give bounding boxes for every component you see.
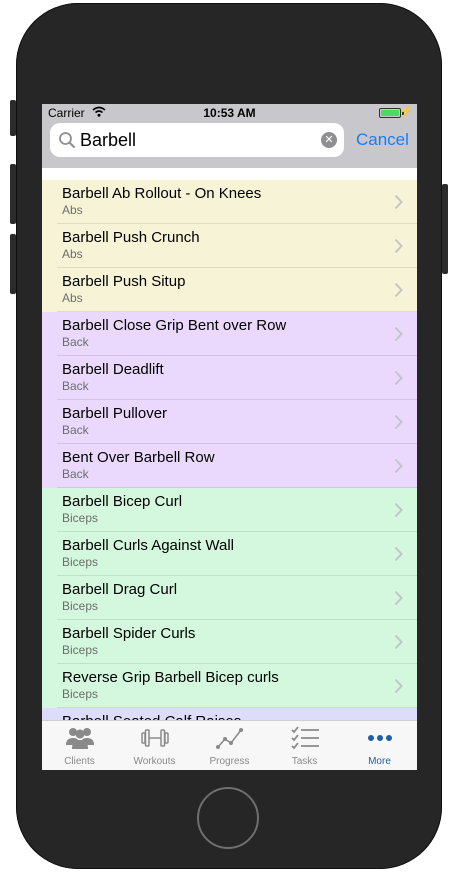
- progress-chart-icon: [215, 728, 243, 749]
- exercise-category: Back: [62, 423, 89, 437]
- tasks-icon: [290, 726, 319, 750]
- tab-label: Tasks: [291, 756, 318, 767]
- tab-bar: Clients Workouts Progress Tasks More: [42, 720, 417, 770]
- list-item[interactable]: Barbell Close Grip Bent over Row Back: [42, 312, 417, 356]
- battery-icon: [379, 108, 401, 118]
- more-icon: [367, 735, 392, 741]
- exercise-title: Barbell Spider Curls: [62, 625, 196, 642]
- list-item[interactable]: Barbell Push Situp Abs: [42, 268, 417, 312]
- exercise-title: Barbell Drag Curl: [62, 581, 178, 598]
- exercise-title: Barbell Bicep Curl: [62, 493, 183, 510]
- list-item[interactable]: Barbell Ab Rollout - On Knees Abs: [42, 180, 417, 224]
- clear-search-icon[interactable]: ✕: [321, 132, 337, 148]
- search-input[interactable]: [80, 123, 315, 157]
- exercise-category: Biceps: [62, 511, 99, 525]
- exercise-category: Back: [62, 335, 89, 349]
- exercise-category: Back: [62, 379, 89, 393]
- list-item[interactable]: Reverse Grip Barbell Bicep curls Biceps: [42, 664, 417, 708]
- exercise-category: Biceps: [62, 599, 99, 613]
- exercise-title: Barbell Ab Rollout - On Knees: [62, 185, 262, 202]
- tab-workouts[interactable]: Workouts: [117, 721, 192, 770]
- exercise-title: Barbell Deadlift: [62, 361, 164, 378]
- chevron-right-icon: [394, 502, 403, 518]
- chevron-right-icon: [394, 370, 403, 386]
- power-button: [442, 184, 448, 274]
- tab-label: Progress: [209, 756, 250, 767]
- search-results-list: Barbell Ab Rollout - On Knees Abs Barbell …: [42, 180, 417, 720]
- tab-label: Workouts: [133, 756, 176, 767]
- chevron-right-icon: [394, 634, 403, 650]
- tab-more[interactable]: More: [342, 721, 417, 770]
- exercise-title: Barbell Seated Calf Raises: [62, 713, 241, 720]
- tab-tasks[interactable]: Tasks: [267, 721, 342, 770]
- tab-label: More: [368, 756, 391, 767]
- exercise-title: Barbell Push Situp: [62, 273, 186, 290]
- search-bar: ✕ Cancel: [42, 122, 417, 168]
- volume-down-button: [10, 234, 16, 294]
- list-item[interactable]: Barbell Pullover Back: [42, 400, 417, 444]
- tab-clients[interactable]: Clients: [42, 721, 117, 770]
- exercise-category: Abs: [62, 291, 83, 305]
- chevron-right-icon: [394, 414, 403, 430]
- status-time: 10:53 AM: [203, 106, 256, 120]
- exercise-category: Abs: [62, 203, 83, 217]
- app-screen: Carrier 10:53 AM ⚡ ✕ Cancel Barbell Ab R…: [42, 104, 417, 770]
- exercise-category: Abs: [62, 247, 83, 261]
- chevron-right-icon: [394, 678, 403, 694]
- list-item[interactable]: Barbell Curls Against Wall Biceps: [42, 532, 417, 576]
- exercise-category: Back: [62, 467, 89, 481]
- exercise-title: Barbell Pullover: [62, 405, 168, 422]
- exercise-title: Reverse Grip Barbell Bicep curls: [62, 669, 279, 686]
- exercise-title: Barbell Push Crunch: [62, 229, 200, 246]
- list-item[interactable]: Barbell Seated Calf RaisesCalves: [42, 708, 417, 720]
- chevron-right-icon: [394, 326, 403, 342]
- exercise-category: Biceps: [62, 643, 99, 657]
- chevron-right-icon: [394, 282, 403, 298]
- chevron-right-icon: [394, 458, 403, 474]
- list-item[interactable]: Barbell Push Crunch Abs: [42, 224, 417, 268]
- search-icon: [59, 132, 75, 148]
- list-item[interactable]: Bent Over Barbell Row Back: [42, 444, 417, 488]
- clients-icon: [65, 728, 94, 749]
- cancel-button[interactable]: Cancel: [356, 130, 409, 150]
- dumbbell-icon: [140, 729, 169, 747]
- charging-icon: ⚡: [399, 106, 413, 118]
- chevron-right-icon: [394, 194, 403, 210]
- mute-switch: [10, 100, 16, 136]
- exercise-category: Biceps: [62, 687, 99, 701]
- exercise-title: Bent Over Barbell Row: [62, 449, 215, 466]
- search-field[interactable]: ✕: [50, 123, 344, 157]
- chevron-right-icon: [394, 546, 403, 562]
- tab-label: Clients: [64, 756, 95, 767]
- volume-up-button: [10, 164, 16, 224]
- list-item[interactable]: Barbell Deadlift Back: [42, 356, 417, 400]
- home-button[interactable]: [197, 787, 259, 849]
- chevron-right-icon: [394, 590, 403, 606]
- list-item[interactable]: Barbell Bicep Curl Biceps: [42, 488, 417, 532]
- chevron-right-icon: [394, 238, 403, 254]
- exercise-category: Biceps: [62, 555, 99, 569]
- exercise-title: Barbell Curls Against Wall: [62, 537, 235, 554]
- list-item[interactable]: Barbell Spider Curls Biceps: [42, 620, 417, 664]
- list-item[interactable]: Barbell Drag Curl Biceps: [42, 576, 417, 620]
- tab-progress[interactable]: Progress: [192, 721, 267, 770]
- battery-level: [381, 110, 399, 116]
- exercise-title: Barbell Close Grip Bent over Row: [62, 317, 287, 334]
- status-bar: Carrier 10:53 AM ⚡: [42, 104, 417, 122]
